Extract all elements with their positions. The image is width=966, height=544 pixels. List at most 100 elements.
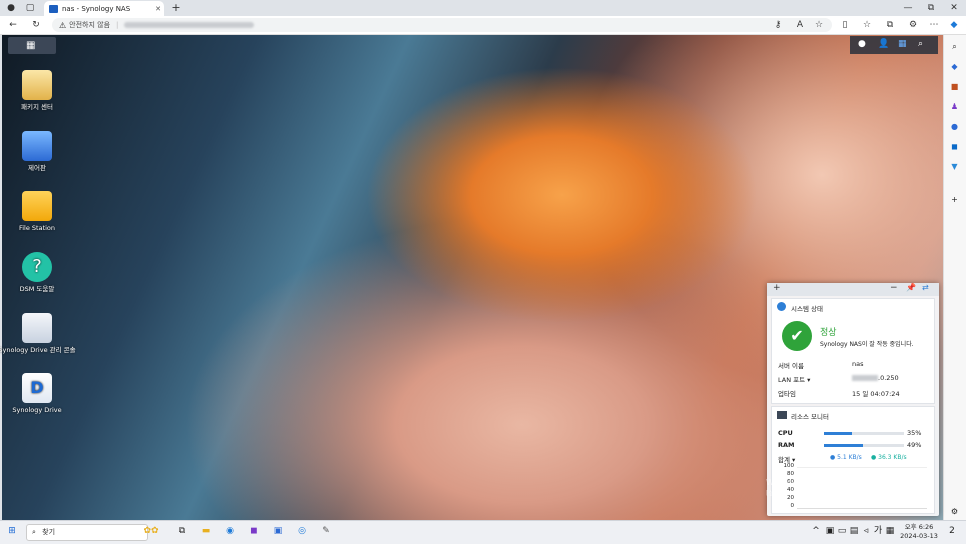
tab-actions-icon[interactable]: ▢ [24,2,36,14]
window-maximize-button[interactable]: ⧉ [925,2,937,14]
key-icon[interactable]: ⚷ [771,18,785,32]
ip-redacted [852,375,878,381]
system-status-description: Synology NAS이 잘 작동 중입니다. [820,341,914,348]
back-icon[interactable]: ← [6,18,20,32]
cpu-usage-bar [824,432,904,435]
uptime-value: 15 일 04:07:24 [852,390,900,398]
search-highlight-flowers-icon: ✿✿ [143,526,159,536]
sidebar-designer-icon[interactable]: ▼ [948,160,961,173]
desktop-icon-label: Synology Drive [12,406,62,414]
url-redacted [124,22,255,28]
copilot-icon[interactable]: ◆ [947,18,961,32]
read-aloud-icon[interactable]: A [793,18,807,32]
desktop-icon-drive-admin[interactable]: Synology Drive 관리 콘솔 [0,313,77,355]
sidebar-toolbox-icon[interactable]: ■ [948,80,961,93]
desktop-icon-file-station[interactable]: File Station [0,191,77,233]
visual-studio-icon[interactable]: ◼ [246,524,262,539]
y-tick: 0 [790,503,795,509]
desktop-icon-control-panel[interactable]: 제어판 [0,131,77,173]
clock-time: 오후 6:26 [904,523,934,531]
network-icon[interactable]: ▤ [848,524,860,539]
cpu-label: CPU [778,429,793,437]
tab-close-icon[interactable]: ✕ [152,5,164,13]
collections-icon[interactable]: ⧉ [883,18,897,32]
split-screen-icon[interactable]: ▯ [838,18,852,32]
server-name-value: nas [852,360,864,368]
tab-title: nas - Synology NAS [62,4,131,13]
package-center-icon [22,70,52,100]
sidebar-office-icon[interactable]: ● [948,120,961,133]
taskbar-clock[interactable]: 오후 6:26 2024-03-13 [898,523,940,541]
sidebar-tag-icon[interactable]: ◆ [948,60,961,73]
ram-percent: 49% [907,441,922,449]
calendar-icon[interactable]: ▦ [884,524,896,539]
task-view-icon[interactable]: ⧉ [174,524,190,539]
more-options-icon[interactable]: ⋯ [927,18,941,32]
volume-icon[interactable]: ◃ [860,524,872,539]
desktop-icon-dsm-help[interactable]: ? DSM 도움말 [0,252,77,294]
dsm-top-right-toolbar: ● 👤 ▦ ⌕ [850,36,938,54]
system-status-text: 정상 [820,328,837,338]
upload-rate: ● 5.1 KB/s [830,454,862,461]
notification-center-icon[interactable]: 2 [944,524,960,539]
sidebar-search-icon[interactable]: ⌕ [948,40,961,53]
widget-minimize-icon[interactable]: − [890,283,898,293]
browser-tab-active[interactable]: nas - Synology NAS ✕ [44,1,164,16]
lan-ip-value: .0.250 [878,374,899,382]
folder-icon [22,191,52,221]
tray-display-icon[interactable]: ▭ [836,524,848,539]
tray-app-icon[interactable]: ▣ [824,524,836,539]
tool-icon[interactable]: ✎ [318,524,334,539]
address-bar[interactable]: ⚠ 안전하지 않음 | [52,18,832,32]
favorite-star-icon[interactable]: ☆ [812,18,826,32]
main-menu-button[interactable]: ▦ [8,37,56,54]
y-tick: 100 [783,463,795,469]
ime-icon[interactable]: 가 [872,524,884,539]
window-close-button[interactable]: ✕ [948,2,960,14]
edge-browser-icon[interactable]: ◉ [222,524,238,539]
window-minimize-button[interactable]: — [902,2,914,14]
desktop-icon-label: 제어판 [28,164,46,172]
refresh-icon[interactable]: ↻ [29,18,43,32]
search-icon[interactable]: ⌕ [918,39,923,49]
grid-icon: ▦ [26,40,36,51]
search-placeholder: 찾기 [42,528,56,536]
desktop-icon-label: Synology Drive 관리 콘솔 [0,346,76,354]
notification-icon[interactable]: ● [858,39,866,49]
cpu-usage-fill [824,432,852,435]
file-explorer-icon[interactable]: ▬ [198,524,214,539]
tray-expand-icon[interactable]: ^ [810,524,822,539]
resource-monitor-title: 리소스 모니터 [791,413,829,421]
watermark-line2: [설정]으로 이동하여 Windows를 정품 인증합니다. [766,489,907,497]
sidebar-settings-icon[interactable]: ⚙ [948,505,961,518]
chrome-like-icon[interactable]: ◎ [294,524,310,539]
widget-layout-icon[interactable]: ⇄ [922,283,929,292]
ram-label: RAM [778,441,795,449]
activation-watermark: Windows 정품 인증 [설정]으로 이동하여 Windows를 정품 인증… [766,477,936,499]
widget-add-button[interactable]: + [773,283,781,293]
download-rate: ● 36.3 KB/s [871,454,907,461]
desktop-icon-drive[interactable]: D Synology Drive [0,373,77,415]
user-icon[interactable]: 👤 [878,39,889,49]
widgets-icon[interactable]: ▦ [898,39,907,49]
windows-start-icon[interactable]: ⊞ [4,524,20,539]
app-icon[interactable]: ▣ [270,524,286,539]
pin-icon[interactable]: 📌 [906,283,916,292]
taskbar-search-box[interactable]: ⌕ 찾기 [26,524,148,541]
server-name-label: 서버 이름 [778,362,804,370]
sidebar-outlook-icon[interactable]: ◼ [948,140,961,153]
sidebar-games-icon[interactable]: ♟ [948,100,961,113]
profile-icon[interactable]: ● [5,2,17,14]
ram-usage-bar [824,444,904,447]
lan-port-dropdown[interactable]: LAN 포트 ▾ [778,374,810,384]
desktop-icon-package-center[interactable]: 패키지 센터 [0,70,77,112]
new-tab-button[interactable]: + [170,1,182,15]
desktop-icon-label: DSM 도움말 [19,285,55,293]
help-icon: ? [22,252,52,282]
favorites-icon[interactable]: ☆ [860,18,874,32]
widget-panel-header: + − 📌 ⇄ [767,283,939,296]
ram-usage-fill [824,444,864,447]
desktop-icon-label: 패키지 센터 [21,103,53,111]
extensions-icon[interactable]: ⚙ [906,18,920,32]
sidebar-add-icon[interactable]: + [948,193,961,206]
